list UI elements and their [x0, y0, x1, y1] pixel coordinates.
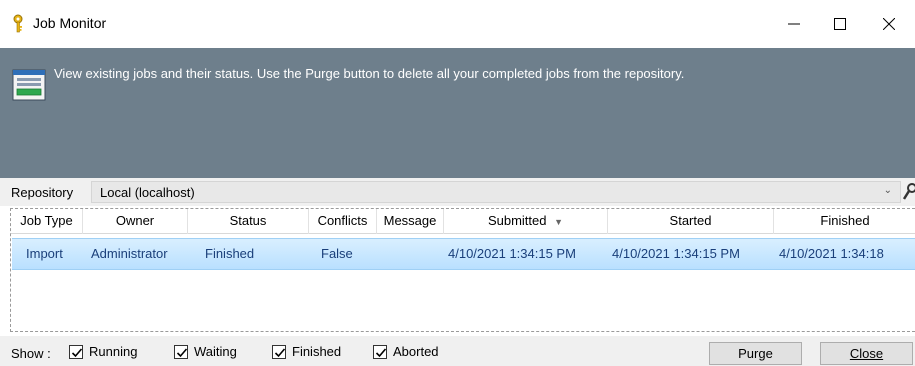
checkbox-checked-icon: [69, 344, 83, 359]
window-title: Job Monitor: [33, 15, 107, 31]
filter-running-checkbox[interactable]: Running: [69, 344, 137, 359]
column-header-status[interactable]: Status: [188, 209, 309, 234]
key-icon: [10, 14, 26, 34]
cell-owner: Administrator: [91, 246, 168, 261]
table-row[interactable]: Import Administrator Finished False 4/10…: [12, 238, 915, 270]
column-header-job-type[interactable]: Job Type: [11, 209, 83, 234]
cell-conflicts: False: [321, 246, 353, 261]
minimize-icon: [788, 23, 800, 25]
cell-submitted: 4/10/2021 1:34:15 PM: [448, 246, 576, 261]
chevron-down-icon: ⌄: [883, 185, 892, 196]
filter-aborted-checkbox[interactable]: Aborted: [373, 344, 439, 359]
cell-status: Finished: [205, 246, 255, 261]
column-header-conflicts[interactable]: Conflicts: [309, 209, 377, 234]
filter-finished-checkbox[interactable]: Finished: [272, 344, 341, 359]
filter-waiting-checkbox[interactable]: Waiting: [174, 344, 237, 359]
filter-running-label: Running: [89, 344, 138, 359]
cell-job-type: Import: [26, 246, 63, 261]
cell-started: 4/10/2021 1:34:15 PM: [612, 246, 740, 261]
jobs-table[interactable]: Job Type Owner Status Conflicts Message …: [10, 208, 915, 332]
info-banner: View existing jobs and their status. Use…: [0, 48, 915, 178]
repository-label: Repository: [11, 185, 74, 200]
table-header: Job Type Owner Status Conflicts Message …: [11, 209, 915, 234]
column-header-submitted[interactable]: Submitted ▼: [444, 209, 608, 234]
repository-bar: Repository Local (localhost) ⌄: [0, 178, 915, 206]
column-header-finished[interactable]: Finished: [774, 209, 915, 234]
sort-descending-icon: ▼: [554, 217, 564, 227]
filter-aborted-label: Aborted: [393, 344, 439, 359]
column-header-message[interactable]: Message: [377, 209, 444, 234]
repository-value: Local (localhost): [100, 185, 195, 200]
maximize-button[interactable]: [817, 0, 863, 48]
maximize-icon: [834, 18, 846, 30]
checkbox-checked-icon: [174, 344, 188, 359]
title-bar: Job Monitor: [0, 0, 915, 48]
close-button[interactable]: Close: [820, 342, 913, 365]
minimize-button[interactable]: [771, 0, 817, 48]
filter-finished-label: Finished: [292, 344, 342, 359]
cell-finished: 4/10/2021 1:34:18: [779, 246, 884, 261]
purge-button[interactable]: Purge: [709, 342, 802, 365]
column-header-started[interactable]: Started: [608, 209, 774, 234]
checkbox-checked-icon: [373, 344, 387, 359]
close-icon: [883, 18, 895, 30]
job-list-icon: [12, 68, 46, 102]
search-icon[interactable]: [902, 183, 915, 201]
repository-dropdown[interactable]: Local (localhost) ⌄: [91, 181, 901, 203]
banner-description: View existing jobs and their status. Use…: [54, 66, 685, 81]
filter-waiting-label: Waiting: [194, 344, 237, 359]
column-header-owner[interactable]: Owner: [83, 209, 188, 234]
show-label: Show :: [11, 346, 51, 361]
bottom-bar: Show : Running Waiting Finished Aborted …: [0, 336, 915, 366]
submitted-label: Submitted: [487, 213, 547, 228]
checkbox-checked-icon: [272, 344, 286, 359]
close-window-button[interactable]: [866, 0, 912, 48]
